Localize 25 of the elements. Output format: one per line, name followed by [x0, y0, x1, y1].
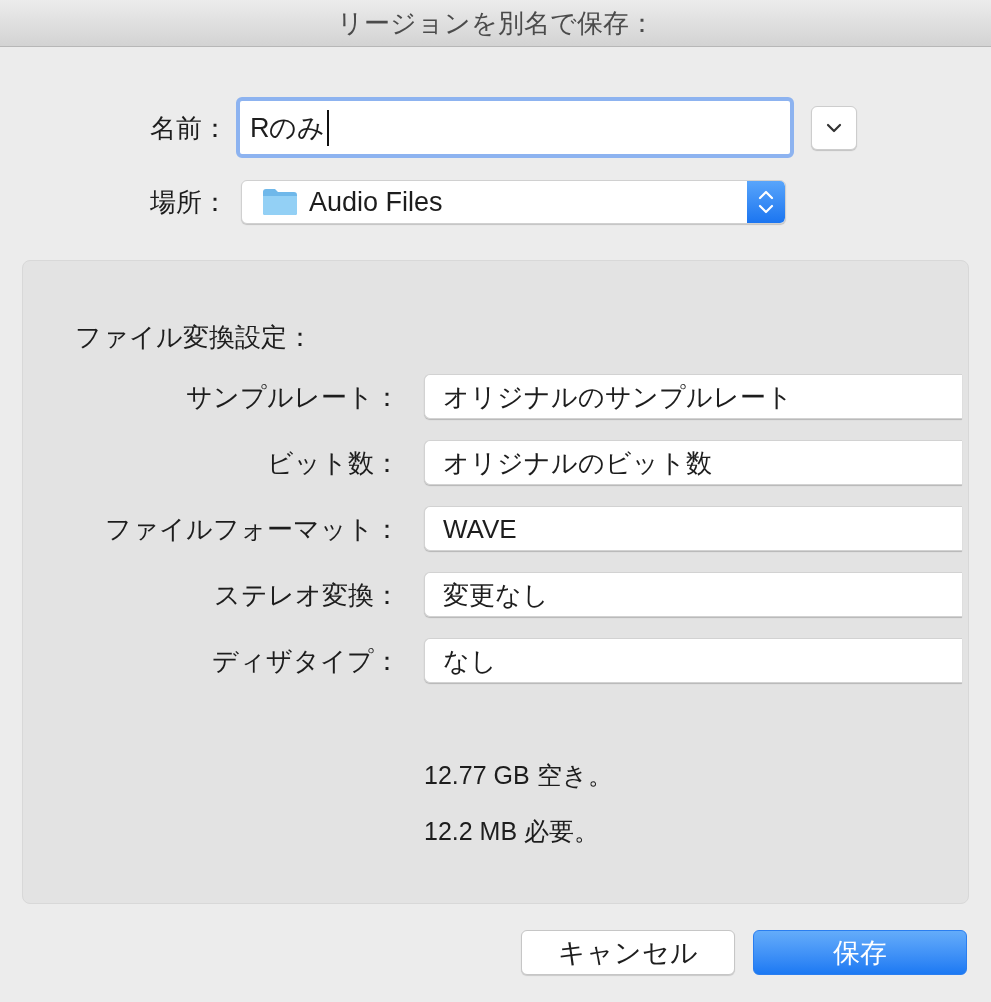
up-down-chevron-icon: [747, 181, 785, 223]
location-value: Audio Files: [309, 186, 443, 218]
storage-info: 12.2 MB 必要。: [424, 816, 600, 846]
cancel-button[interactable]: キャンセル: [521, 930, 735, 975]
popup-menu[interactable]: 変更なし: [424, 572, 962, 617]
name-field[interactable]: Rのみ: [236, 97, 794, 158]
field-label: ビット数：: [267, 447, 400, 478]
chevron-down-icon: [826, 122, 842, 133]
section-heading: ファイル変換設定：: [75, 322, 313, 352]
popup-menu[interactable]: オリジナルのビット数: [424, 440, 962, 485]
location-popup[interactable]: Audio Files: [241, 180, 786, 224]
expand-button[interactable]: [811, 105, 857, 150]
window-title: リージョンを別名で保存：: [336, 8, 655, 38]
storage-info: 12.77 GB 空き。: [424, 760, 613, 790]
popup-menu[interactable]: WAVE: [424, 506, 962, 551]
field-label: ステレオ変換：: [214, 579, 400, 610]
field-label: サンプルレート：: [186, 381, 400, 412]
field-label: ディザタイプ：: [212, 645, 400, 676]
folder-icon: [262, 188, 298, 216]
field-label: 場所：: [150, 187, 228, 217]
popup-menu[interactable]: なし: [424, 638, 962, 683]
popup-menu[interactable]: オリジナルのサンプルレート: [424, 374, 962, 419]
field-label: ファイルフォーマット：: [105, 513, 400, 544]
field-label: 名前：: [150, 112, 228, 143]
text-cursor-icon: [326, 109, 329, 146]
